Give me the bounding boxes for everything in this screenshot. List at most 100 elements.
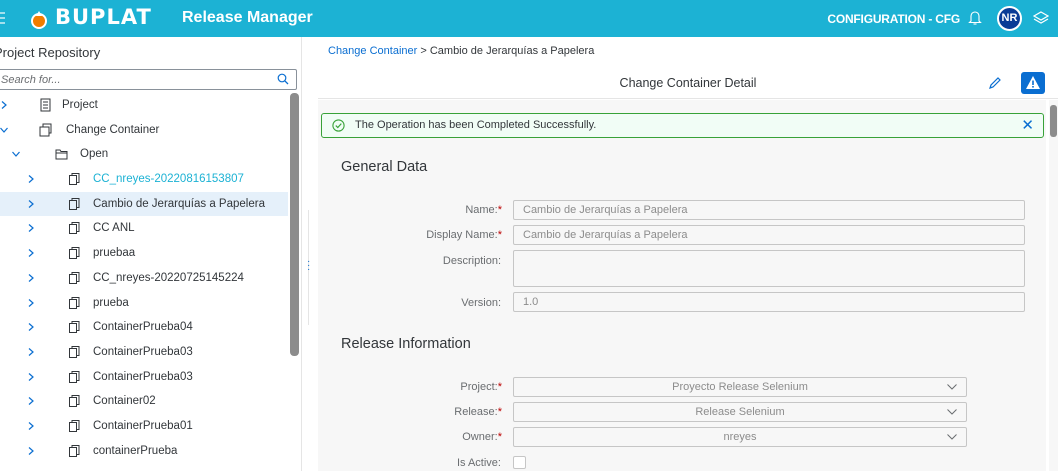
tree-item[interactable]: Open [0, 142, 288, 167]
copy-icon [69, 197, 80, 210]
search-field[interactable] [0, 69, 297, 90]
buplat-logo-icon [31, 11, 47, 29]
tree-item[interactable]: ContainerPrueba01 [0, 414, 288, 439]
breadcrumb: Change Container > Cambio de Jerarquías … [328, 45, 594, 57]
tree-scrollbar[interactable] [290, 93, 299, 356]
chevron-right-icon[interactable] [27, 323, 35, 332]
edit-pencil-icon[interactable] [988, 76, 1002, 90]
close-icon[interactable]: ✕ [1021, 118, 1034, 133]
tree-item-label: ContainerPrueba03 [93, 345, 193, 358]
tree-item-label: pruebaa [93, 247, 136, 260]
shell-header: BUPLAT Release Manager CONFIGURATION - C… [0, 0, 1058, 37]
tree-item-label: ContainerPrueba04 [93, 321, 193, 334]
chevron-right-icon[interactable] [27, 224, 35, 233]
environment-label[interactable]: CONFIGURATION - CFG [827, 12, 960, 26]
description-field[interactable] [513, 250, 1025, 287]
tree-item[interactable]: CC ANL [0, 216, 288, 241]
tree-item-label: CC_nreyes-20220816153807 [93, 173, 244, 186]
layers-icon[interactable] [1033, 10, 1049, 26]
tree-item-label: Container02 [93, 395, 156, 408]
tree-item[interactable]: CC_nreyes-20220816153807 [0, 167, 288, 192]
chevron-down-icon[interactable] [12, 150, 20, 158]
message-text: The Operation has been Completed Success… [355, 119, 597, 131]
chevron-down-icon[interactable] [947, 409, 957, 415]
release-label: Release:* [454, 406, 502, 418]
detail-title: Change Container Detail [619, 76, 757, 90]
release-select[interactable]: Release Selenium [513, 402, 967, 422]
tree-item-label: prueba [93, 296, 129, 309]
warning-icon [1026, 76, 1040, 89]
chevron-right-icon[interactable] [27, 421, 35, 430]
tree-item[interactable]: prueba [0, 291, 288, 316]
chevron-right-icon[interactable] [27, 298, 35, 307]
tree-item-label: ContainerPrueba01 [93, 419, 193, 432]
copy-icon [69, 345, 80, 358]
name-field[interactable]: Cambio de Jerarquías a Papelera [513, 200, 1025, 220]
chevron-down-icon[interactable] [947, 434, 957, 440]
tree-item[interactable]: Change Container [0, 118, 288, 143]
tree-item[interactable]: containerPrueba [0, 439, 288, 464]
project-select[interactable]: Proyecto Release Selenium [513, 377, 967, 397]
chevron-right-icon[interactable] [27, 397, 35, 406]
chevron-right-icon[interactable] [27, 175, 35, 184]
tree-item-label: ContainerPrueba03 [93, 370, 193, 383]
project-icon [40, 98, 51, 112]
copy-icon [69, 296, 80, 309]
tree-item[interactable]: pruebaa [0, 241, 288, 266]
chevron-right-icon[interactable] [27, 273, 35, 282]
release-select-value: Release Selenium [695, 406, 785, 418]
copy-icon [69, 395, 80, 408]
tree-item[interactable]: CC_nreyes-20220725145224 [0, 266, 288, 291]
project-repository-panel: Project Repository Project Change Contain… [0, 37, 302, 471]
copy-icon [69, 247, 80, 260]
chevron-down-icon[interactable] [947, 384, 957, 390]
owner-select-value: nreyes [723, 431, 757, 443]
tree-item-label: Open [80, 148, 109, 161]
content-scrollbar[interactable] [1049, 100, 1058, 471]
repository-tree: Project Change Container Open CC_nreyes-202… [0, 93, 288, 463]
chevron-right-icon[interactable] [0, 101, 8, 109]
copy-icon [69, 370, 80, 383]
success-message-strip: The Operation has been Completed Success… [321, 113, 1044, 138]
folder-open-icon [55, 149, 68, 160]
copy-icon [69, 321, 80, 334]
breadcrumb-link-change-container[interactable]: Change Container [328, 45, 417, 57]
chevron-right-icon[interactable] [27, 372, 35, 381]
menu-icon[interactable] [0, 12, 5, 24]
copy-icon [69, 222, 80, 235]
description-label: Description: [442, 255, 501, 267]
chevron-down-icon[interactable] [0, 126, 8, 134]
search-input[interactable] [0, 70, 259, 89]
version-field[interactable]: 1.0 [513, 292, 1025, 312]
tree-item[interactable]: Container02 [0, 389, 288, 414]
display-name-field[interactable]: Cambio de Jerarquías a Papelera [513, 225, 1025, 245]
chevron-right-icon[interactable] [27, 249, 35, 258]
tree-item[interactable]: Cambio de Jerarquías a Papelera [0, 191, 288, 217]
warning-button[interactable] [1021, 72, 1045, 94]
name-label: Name:* [465, 204, 502, 216]
tree-item[interactable]: ContainerPrueba04 [0, 315, 288, 340]
display-name-label: Display Name:* [426, 229, 502, 241]
tree-item[interactable]: Project [0, 93, 288, 118]
tree-item[interactable]: ContainerPrueba03 [0, 340, 288, 365]
change-container-icon [39, 123, 52, 137]
release-information-title: Release Information [341, 336, 471, 352]
panel-splitter[interactable]: · · · [306, 210, 312, 325]
chevron-right-icon[interactable] [27, 199, 35, 208]
tree-item[interactable]: ContainerPrueba03 [0, 365, 288, 390]
owner-select[interactable]: nreyes [513, 427, 967, 447]
breadcrumb-separator: > [417, 45, 430, 57]
chevron-right-icon[interactable] [27, 347, 35, 356]
notification-bell-icon[interactable] [968, 10, 982, 26]
detail-toolbar: Change Container Detail [318, 67, 1058, 99]
chevron-right-icon[interactable] [27, 446, 35, 455]
general-data-title: General Data [341, 159, 428, 175]
user-avatar[interactable]: NR [997, 6, 1022, 31]
is-active-checkbox[interactable] [513, 456, 526, 469]
tree-item-label: Change Container [66, 123, 160, 136]
search-icon[interactable] [277, 73, 289, 85]
app-title: Release Manager [182, 9, 313, 26]
tree-item-label: Project [62, 99, 98, 111]
panel-title: Project Repository [0, 45, 101, 60]
tree-item-label: Cambio de Jerarquías a Papelera [93, 197, 265, 210]
